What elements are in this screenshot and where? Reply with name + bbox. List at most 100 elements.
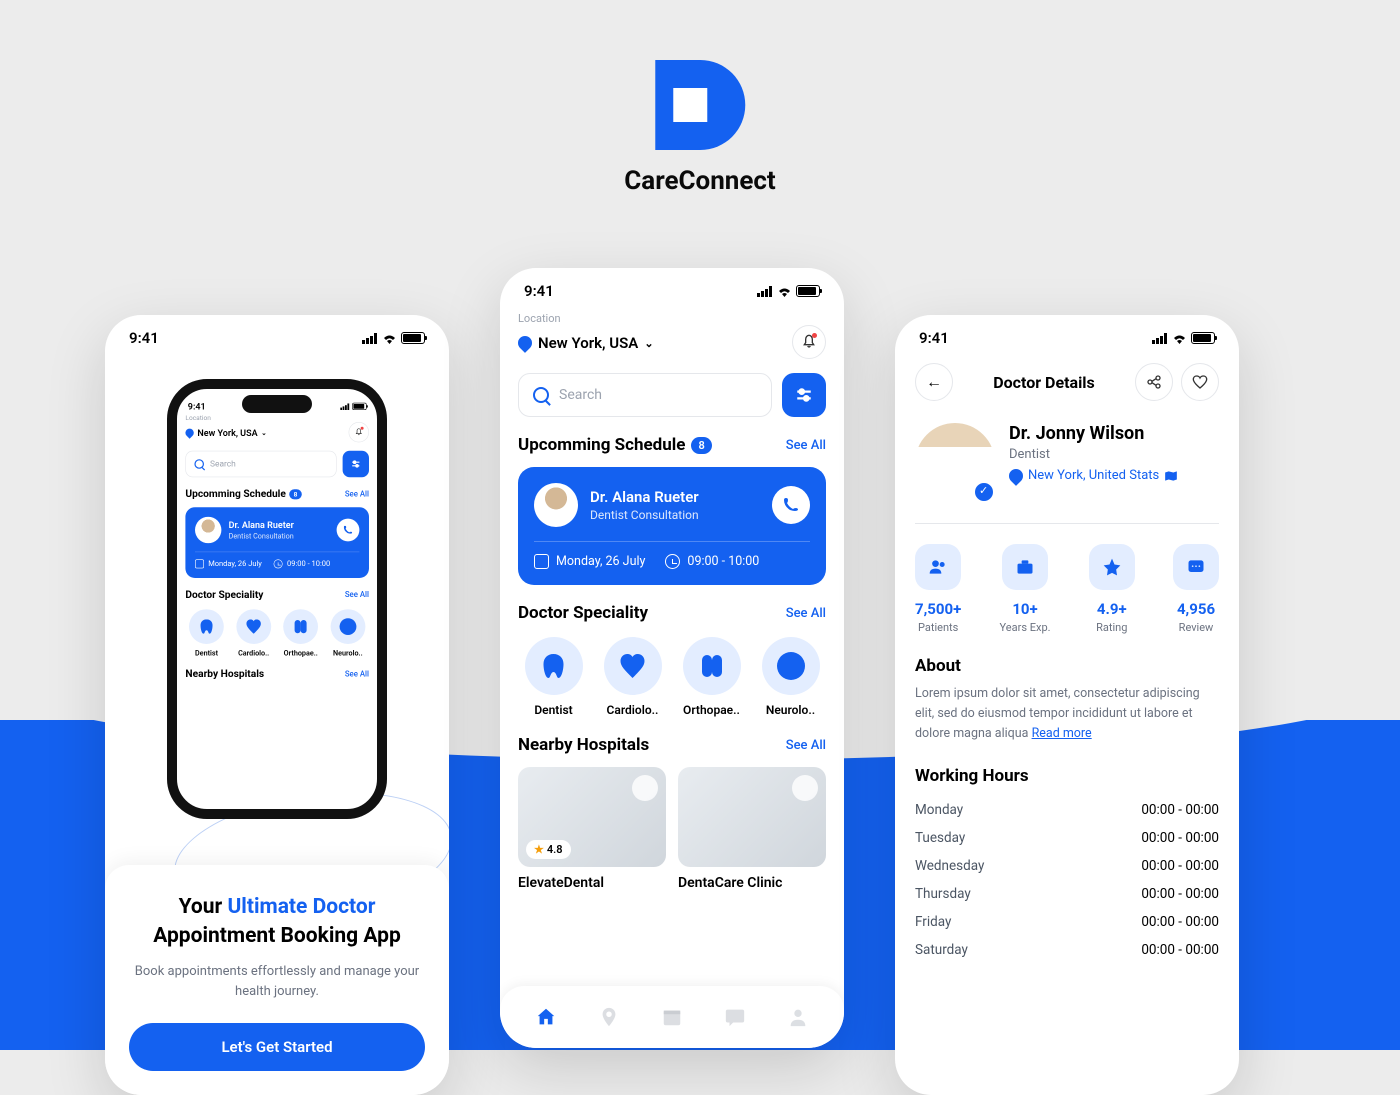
call-button[interactable] <box>772 486 810 524</box>
battery-icon <box>1191 332 1215 344</box>
brain-icon <box>777 652 805 680</box>
status-time: 9:41 <box>524 282 554 300</box>
about-text: Lorem ipsum dolor sit amet, consectetur … <box>915 684 1219 744</box>
brand-name: CareConnect <box>624 166 775 196</box>
bell-icon[interactable] <box>349 422 369 442</box>
status-time: 9:41 <box>129 329 159 347</box>
stat-experience: 10+Years Exp. <box>1000 544 1051 634</box>
map-icon <box>1164 469 1178 483</box>
filter-button[interactable] <box>782 373 826 417</box>
tab-profile[interactable] <box>787 1006 809 1028</box>
onboarding-screen: 9:41 9:41 Location New York, USA⌄ Search… <box>105 315 449 1095</box>
status-bar: 9:41 <box>105 315 449 355</box>
search-input[interactable]: Search <box>518 373 772 417</box>
search-placeholder: Search <box>559 387 602 403</box>
tab-home[interactable] <box>535 1006 557 1028</box>
status-time: 9:41 <box>919 329 949 347</box>
see-all-speciality[interactable]: See All <box>786 606 826 621</box>
location-selector[interactable]: New York, USA ⌄ <box>518 334 654 352</box>
tab-bar <box>500 986 844 1048</box>
bell-icon <box>801 334 817 350</box>
appointment-date: Monday, 26 July <box>556 554 645 569</box>
chevron-down-icon: ⌄ <box>644 337 653 350</box>
chat-icon <box>1186 557 1206 577</box>
stat-reviews: 4,956Review <box>1173 544 1219 634</box>
nested-phone-mockup: 9:41 Location New York, USA⌄ Search Upco… <box>167 379 387 819</box>
stat-rating: 4.9+Rating <box>1089 544 1135 634</box>
speciality-dentist[interactable]: Dentist <box>518 637 589 717</box>
onboarding-subtitle: Book appointments effortlessly and manag… <box>129 962 425 1001</box>
location-label: Location <box>518 312 826 325</box>
stat-patients: 7,500+Patients <box>915 544 961 634</box>
doctor-avatar <box>534 483 578 527</box>
tab-location[interactable] <box>598 1006 620 1028</box>
notifications-button[interactable] <box>792 325 826 359</box>
tab-calendar[interactable] <box>661 1006 683 1028</box>
location-value: New York, USA <box>538 334 638 352</box>
heart-icon <box>1192 374 1208 390</box>
hour-row: Saturday00:00 - 00:00 <box>915 936 1219 964</box>
people-icon <box>928 557 948 577</box>
wifi-icon <box>777 286 792 297</box>
battery-icon <box>401 332 425 344</box>
get-started-button[interactable]: Let's Get Started <box>129 1023 425 1071</box>
hospital-card[interactable]: ★4.8 ElevateDental <box>518 767 666 891</box>
see-all-nearby[interactable]: See All <box>786 738 826 753</box>
status-bar: 9:41 <box>500 268 844 308</box>
appointment-doctor-name: Dr. Alana Rueter <box>590 488 699 506</box>
schedule-count-badge: 8 <box>691 437 711 454</box>
favorite-button[interactable] <box>792 775 818 801</box>
brand-header: CareConnect <box>624 60 775 196</box>
doctor-speciality: Dentist <box>1009 447 1178 462</box>
hour-row: Thursday00:00 - 00:00 <box>915 880 1219 908</box>
speciality-neurology[interactable]: Neurolo.. <box>755 637 826 717</box>
tab-chat[interactable] <box>724 1006 746 1028</box>
share-button[interactable] <box>1135 363 1173 401</box>
onboarding-card: Your Ultimate Doctor Appointment Booking… <box>105 865 449 1095</box>
appointment-time: 09:00 - 10:00 <box>687 554 759 569</box>
hour-row: Monday00:00 - 00:00 <box>915 796 1219 824</box>
working-hours-list: Monday00:00 - 00:00 Tuesday00:00 - 00:00… <box>915 796 1219 964</box>
star-icon: ★ <box>534 843 544 856</box>
favorite-button[interactable] <box>1181 363 1219 401</box>
bone-icon <box>698 652 726 680</box>
calendar-icon <box>534 554 549 569</box>
speciality-orthopaedic[interactable]: Orthopae.. <box>676 637 747 717</box>
rating-badge: ★4.8 <box>526 840 571 859</box>
hour-row: Wednesday00:00 - 00:00 <box>915 852 1219 880</box>
share-icon <box>1146 374 1162 390</box>
verified-badge <box>973 481 995 503</box>
speciality-cardiology[interactable]: Cardiolo.. <box>597 637 668 717</box>
working-hours-heading: Working Hours <box>915 766 1219 786</box>
back-button[interactable]: ← <box>915 363 953 401</box>
briefcase-icon <box>1015 557 1035 577</box>
search-icon <box>533 387 549 403</box>
heart-icon <box>619 652 647 680</box>
page-title: Doctor Details <box>993 373 1095 392</box>
home-screen: 9:41 Location New York, USA ⌄ Search <box>500 268 844 1048</box>
read-more-link[interactable]: Read more <box>1032 726 1092 741</box>
doctor-location[interactable]: New York, United Stats <box>1009 468 1178 483</box>
clock-icon <box>665 554 680 569</box>
favorite-button[interactable] <box>632 775 658 801</box>
onboarding-title: Your Ultimate Doctor Appointment Booking… <box>129 893 425 950</box>
appointment-card[interactable]: Dr. Alana Rueter Dentist Consultation Mo… <box>518 467 826 585</box>
status-bar: 9:41 <box>895 315 1239 355</box>
hospital-name: ElevateDental <box>518 875 666 891</box>
appointment-role: Dentist Consultation <box>590 508 699 522</box>
speciality-heading: Doctor Speciality <box>518 603 648 623</box>
hour-row: Friday00:00 - 00:00 <box>915 908 1219 936</box>
hospital-name: DentaCare Clinic <box>678 875 826 891</box>
pin-icon <box>515 333 535 353</box>
hospital-card[interactable]: DentaCare Clinic <box>678 767 826 891</box>
star-icon <box>1102 557 1122 577</box>
doctor-name: Dr. Jonny Wilson <box>1009 423 1178 444</box>
nearby-heading: Nearby Hospitals <box>518 735 649 755</box>
see-all-schedule[interactable]: See All <box>786 438 826 453</box>
pin-icon <box>1006 466 1026 486</box>
signal-icon <box>362 333 378 344</box>
doctor-details-screen: 9:41 ← Doctor Details Dr. Jonny Wilson D… <box>895 315 1239 1095</box>
wifi-icon <box>1172 333 1187 344</box>
schedule-heading: Upcomming Schedule <box>518 435 685 455</box>
divider <box>915 523 1219 524</box>
